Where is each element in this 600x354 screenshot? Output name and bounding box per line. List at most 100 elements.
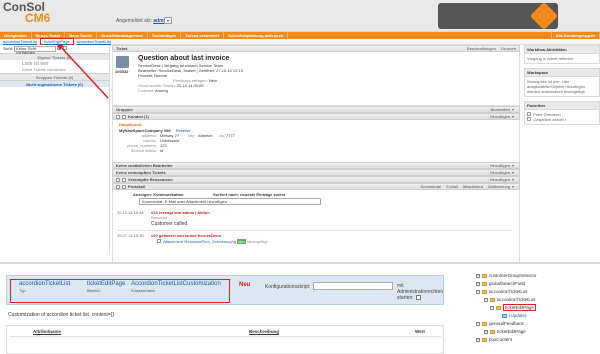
consol-logo[interactable]: ConSol CM6 <box>3 1 50 24</box>
crumb-ticket-edit-page[interactable]: ticketEditPage <box>40 38 74 45</box>
right-sidebar: Workflow-Aktivitäten Vorgang in Arbeit n… <box>524 45 600 260</box>
protocol-comment[interactable]: Kommentar <box>421 184 442 189</box>
nav-item-customer-groups[interactable]: Alle Kundengruppen <box>550 32 600 39</box>
unassigned-tickets-header[interactable]: Nicht zugewiesene Tickets (0) <box>0 80 109 87</box>
workflow-box: Workflow-Aktivitäten Vorgang in Arbeit n… <box>524 45 600 64</box>
view-edit-icon[interactable] <box>57 46 62 51</box>
groups-edit[interactable]: Bearbeiten <box>491 107 510 112</box>
ticket-main: Ticket Beschreibungen Drucken 100332 Que… <box>112 45 520 265</box>
resource-icon-2 <box>122 177 126 182</box>
folder-icon <box>482 281 487 286</box>
ticket-category: Codenet: Amerig <box>138 88 168 93</box>
col-attribute-name[interactable]: Attributname <box>33 329 61 334</box>
customer-block: Hauptkunde MyNewSpaceCompany 090 Reselle… <box>112 120 520 162</box>
chevron-down-icon[interactable]: ▾ <box>512 114 516 119</box>
comment-input[interactable]: Kommentar, E-Mail oder Attachment hinzuf… <box>139 198 321 205</box>
action-print[interactable]: Drucken <box>501 46 516 51</box>
groups-bar[interactable]: Gruppen Bearbeiten ▾ <box>112 106 520 113</box>
workspace-text: Workspace ist leer. Hier ausgewählte/Obj… <box>527 79 586 94</box>
view-refresh-icon[interactable] <box>63 46 68 51</box>
resources-bar[interactable]: Verknüpfte Ressourcen Hinzufügen ▾ <box>112 176 520 183</box>
tree-node[interactable]: (Update) <box>460 312 600 320</box>
zip-value: 7777 <box>226 133 235 138</box>
tree-node-selected[interactable]: − ticketEditPage <box>460 304 600 312</box>
chevron-down-icon[interactable]: ▾ <box>512 184 516 189</box>
tree-node[interactable]: − accordionTicketList <box>460 296 600 304</box>
customers-bar[interactable]: Kunden (1) Hinzufügen ▾ <box>112 113 520 120</box>
table-divider <box>9 336 441 337</box>
ticket-bar-actions: Beschreibungen Drucken <box>467 46 516 51</box>
favorite-item[interactable]: Gespeiten aktuell t. <box>527 117 597 122</box>
tree-node[interactable]: − generalFeedback <box>460 320 600 328</box>
collapse-icon[interactable]: − <box>484 297 488 302</box>
script-input[interactable] <box>313 282 393 290</box>
due-value: 22.10.14 00:00 <box>176 83 204 88</box>
chevron-down-icon[interactable]: ▾ <box>512 107 516 112</box>
tree-node[interactable]: + customerGroupSelector <box>460 272 600 280</box>
customization-panel: accordionTicketList Typ ticketEditPage B… <box>6 275 444 305</box>
tree-node-label: boxContent <box>489 337 513 342</box>
admin-checkbox[interactable] <box>415 295 421 301</box>
prio-value: Normal <box>154 73 167 78</box>
customization-tree: + customerGroupSelector + globalSearchFiel… <box>460 272 600 354</box>
folder-icon <box>482 273 487 278</box>
expand-icon[interactable]: + <box>476 273 480 278</box>
collapse-icon[interactable]: − <box>490 305 494 310</box>
crumb-accordion-list[interactable]: accordionTicketList <box>0 39 40 44</box>
editors-add[interactable]: Hinzufügen <box>490 163 510 168</box>
nav-item-quick-customize[interactable]: Schnellanpassung aktivieren <box>224 32 289 39</box>
feedback-value: Nein <box>208 78 218 83</box>
tree-node[interactable]: − accordionTicketList <box>460 288 600 296</box>
resources-add[interactable]: Hinzufügen <box>490 177 510 182</box>
tree-node-label: globalSearchField <box>489 281 526 286</box>
protocol-email[interactable]: E-Mail <box>446 184 457 189</box>
collapse-icon[interactable]: − <box>476 289 480 294</box>
nav-item-recent[interactable]: Zuletzt verwendet <box>181 32 225 39</box>
user-dropdown-button[interactable]: ▾ <box>164 17 172 24</box>
nav-item-views[interactable]: Ansichtsmanagement <box>97 32 148 39</box>
protocol-title: Protokoll <box>128 184 146 189</box>
entry2-file[interactable]: Attachment ResourcePool_Overview.png <box>163 239 236 244</box>
protocol-bar[interactable]: Protokoll Kommentar E-Mail Attachment Ze… <box>112 183 520 190</box>
protocol-filter[interactable]: Anzeigen: Kommunikation <box>133 192 183 197</box>
resource-icon <box>116 177 120 182</box>
group-tickets-header[interactable]: Gruppen Tickets (0) <box>0 73 109 80</box>
protocol-attachment[interactable]: Attachment <box>463 184 483 189</box>
collapse-icon[interactable]: − <box>476 321 480 326</box>
tree-node[interactable]: + ticketEditPage <box>460 328 600 336</box>
expand-icon[interactable]: + <box>476 281 480 286</box>
expand-icon[interactable]: + <box>484 329 488 334</box>
new-button[interactable]: Neu <box>239 282 250 288</box>
admin-checkbox-row: mit Administratorrechten starten: <box>397 283 443 301</box>
entry1-text: Customer called. <box>151 221 189 227</box>
workflow-activity[interactable]: Vorgang in Arbeit nehmen <box>525 54 599 63</box>
workspace-box: Workspace Workspace ist leer. Hier ausge… <box>524 68 600 97</box>
favorites-box: Favoriten Peter Zimmerm Gespeiten aktuel… <box>524 101 600 125</box>
chevron-down-icon[interactable]: ▾ <box>512 163 516 168</box>
area-column: ticketEditPage Bereich <box>87 281 125 293</box>
main-nav: Neuigkeiten Neues Ticket Neue Suche Ansi… <box>0 32 600 39</box>
editors-bar[interactable]: Keine zusätzlichen Bearbeiter Hinzufügen… <box>112 162 520 169</box>
tree-node[interactable]: + boxContent <box>460 336 600 344</box>
crumb-accordion-list-2[interactable]: accordionTicketList <box>74 39 114 44</box>
entry1-time: 20.10.14 10:46 <box>117 210 144 215</box>
tree-node[interactable]: + globalSearchField <box>460 280 600 288</box>
col-description[interactable]: Beschreibung <box>249 329 279 334</box>
protocol-time[interactable]: Zeitbuchung <box>488 184 510 189</box>
action-descriptions[interactable]: Beschreibungen <box>467 46 496 51</box>
nav-item-neuigkeiten[interactable]: Neuigkeiten <box>0 32 32 39</box>
file-icon <box>502 313 507 318</box>
customers-add[interactable]: Hinzufügen <box>490 114 510 119</box>
linked-tickets-add[interactable]: Hinzufügen <box>490 170 510 175</box>
protocol-sort[interactable]: Sortiert nach: neueste Einträge zuerst <box>213 192 285 197</box>
tree-node-label: accordionTicketList <box>497 297 536 302</box>
chevron-down-icon[interactable]: ▾ <box>512 177 516 182</box>
entry2-head[interactable]: #20 geändert von Isuser hernesDenn <box>151 233 221 238</box>
linked-tickets-bar[interactable]: Keine verknüpften Tickets Hinzufügen ▾ <box>112 169 520 176</box>
nav-item-templates[interactable]: Testvorlagen <box>148 32 182 39</box>
chevron-down-icon[interactable]: ▾ <box>512 170 516 175</box>
entry1-sub: Standard <box>151 215 168 220</box>
area-label: Bereich <box>87 288 101 293</box>
expand-icon[interactable]: + <box>476 337 480 342</box>
view-select[interactable]: Keine Sicht vorhanden <box>14 46 57 55</box>
